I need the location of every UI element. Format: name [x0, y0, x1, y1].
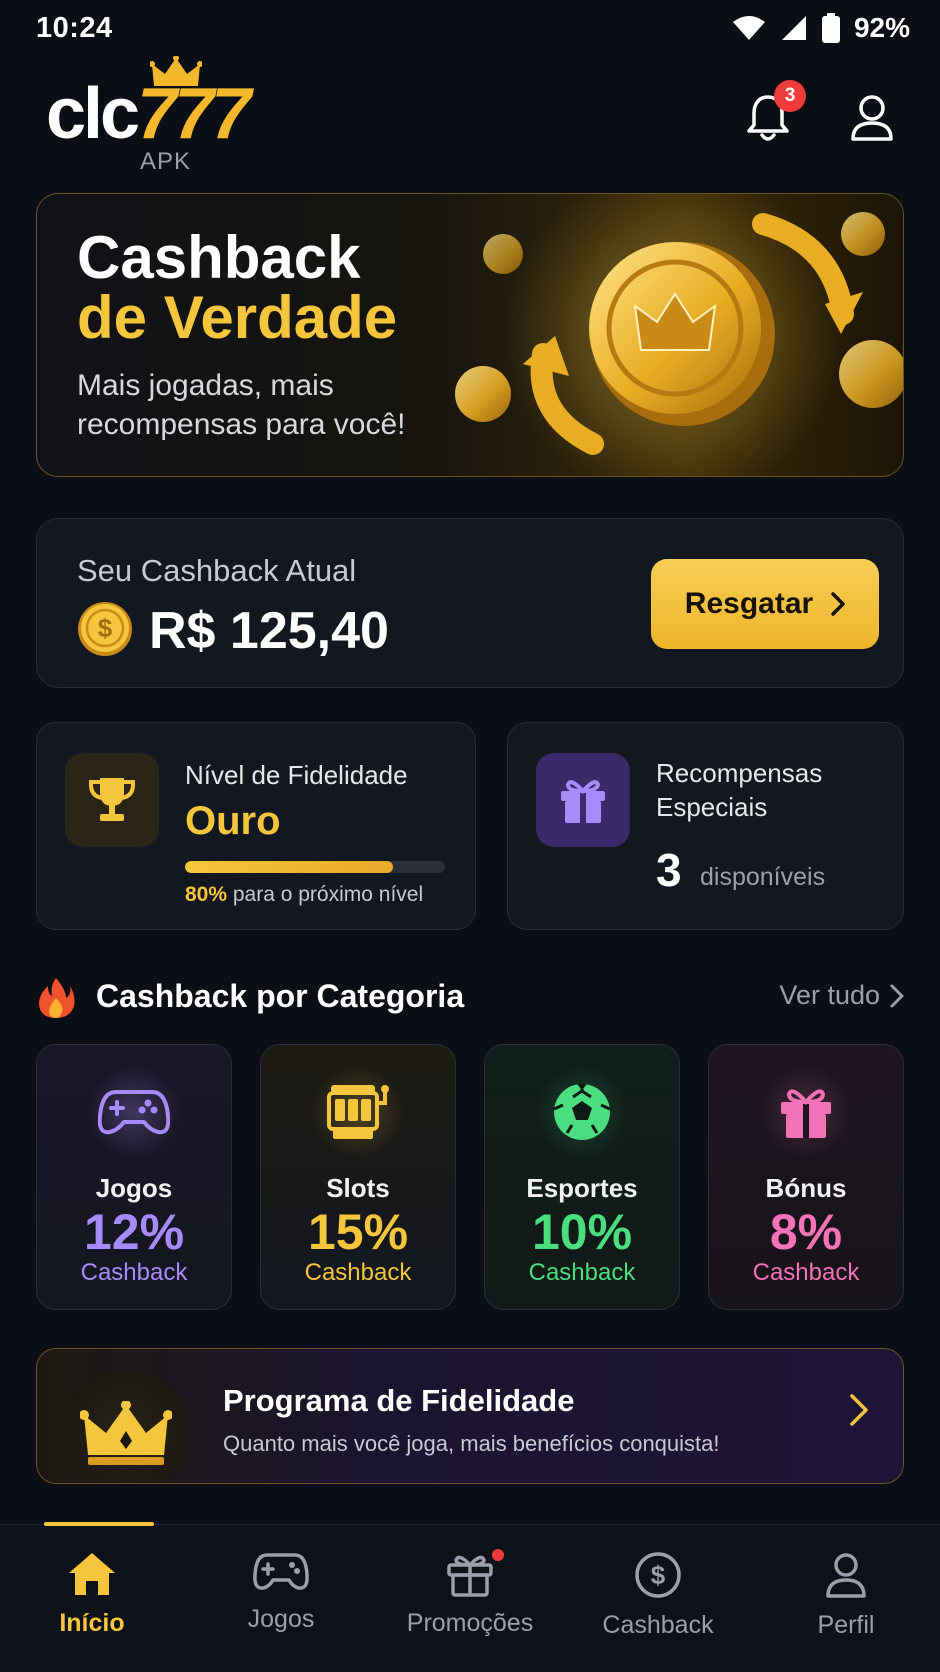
gift-icon — [561, 780, 605, 823]
promotions-indicator-dot — [492, 1549, 504, 1561]
nav-item-inicio[interactable]: Início — [12, 1551, 172, 1651]
category-icon-wrap — [85, 1067, 183, 1157]
category-name: Jogos — [95, 1173, 173, 1203]
special-rewards-title: Recompensas Especiais — [656, 758, 823, 822]
loyalty-level-value: Ouro — [185, 799, 281, 843]
chevron-right-icon — [890, 984, 904, 1007]
profile-button[interactable] — [840, 86, 904, 150]
nav-label: Perfil — [817, 1611, 875, 1639]
crown-badge — [61, 1369, 191, 1483]
cashback-balance-card: Seu Cashback Atual $ R$ 125,40 Resgatar — [36, 518, 904, 688]
level-progress-fill — [185, 861, 393, 873]
signal-icon — [781, 16, 806, 40]
special-rewards-count: 3 — [656, 844, 682, 896]
cashback-hero-banner[interactable]: Cashback de Verdade Mais jogadas, mais r… — [36, 193, 904, 477]
battery-percent: 92% — [853, 12, 910, 43]
balance-label: Seu Cashback Atual — [77, 553, 357, 588]
category-name: Bónus — [765, 1173, 847, 1203]
loyalty-level-card[interactable]: Nível de Fidelidade Ouro 80% para o próx… — [36, 722, 476, 930]
active-tab-indicator — [44, 1522, 154, 1526]
nav-label: Cashback — [602, 1611, 714, 1639]
fire-icon — [39, 978, 75, 1018]
chevron-right-icon — [831, 592, 845, 616]
level-progress-note: 80% para o próximo nível — [185, 883, 424, 906]
category-icon-wrap — [533, 1067, 631, 1157]
gamepad-icon — [253, 1553, 309, 1590]
bottom-nav: Início Jogos Promoções $ Cashback Perfil — [0, 1522, 940, 1672]
category-label: Cashback — [528, 1259, 636, 1286]
category-percent: 12% — [83, 1204, 185, 1260]
level-progress-bar — [185, 861, 445, 873]
category-icon-wrap — [757, 1067, 855, 1157]
see-all-link[interactable]: Ver tudo — [779, 980, 904, 1011]
notifications-button[interactable]: 3 — [736, 80, 806, 150]
gift-icon — [447, 1555, 493, 1597]
notification-badge: 3 — [774, 80, 806, 112]
status-icons: 92% — [732, 12, 910, 44]
see-all-label: Ver tudo — [779, 980, 880, 1010]
category-label: Cashback — [80, 1259, 188, 1286]
nav-label: Início — [59, 1609, 125, 1637]
nav-label: Jogos — [247, 1605, 315, 1633]
loyalty-program-subtitle: Quanto mais você joga, mais benefícios c… — [223, 1431, 720, 1456]
logo-subtitle: APK — [140, 148, 192, 175]
coin-cashback-illustration — [455, 194, 903, 476]
nav-label: Promoções — [406, 1609, 534, 1637]
home-icon — [69, 1553, 115, 1595]
special-rewards-card[interactable]: Recompensas Especiais 3 disponíveis — [507, 722, 904, 930]
nav-item-promocoes[interactable]: Promoções — [390, 1549, 550, 1651]
app-logo[interactable]: clc777 APK — [46, 56, 306, 176]
logo-wordmark: clc777 — [46, 74, 251, 154]
loyalty-level-title: Nível de Fidelidade — [185, 760, 408, 790]
category-icon-wrap — [309, 1067, 407, 1157]
app-header: clc777 APK 3 — [0, 56, 940, 180]
category-card-slots[interactable]: Slots 15% Cashback — [260, 1044, 456, 1310]
gamepad-icon — [98, 1090, 170, 1135]
category-section-title: Cashback por Categoria — [96, 978, 465, 1014]
chevron-right-icon — [850, 1394, 868, 1426]
balance-amount: R$ 125,40 — [149, 602, 389, 660]
dollar-coin-icon: $ — [78, 602, 132, 656]
user-icon — [826, 1553, 866, 1598]
nav-item-cashback[interactable]: $ Cashback — [578, 1551, 738, 1651]
hero-title-line1: Cashback — [77, 224, 361, 291]
category-card-jogos[interactable]: Jogos 12% Cashback — [36, 1044, 232, 1310]
svg-text:$: $ — [98, 613, 113, 643]
svg-text:$: $ — [651, 1560, 666, 1590]
loyalty-program-title: Programa de Fidelidade — [223, 1383, 575, 1418]
status-bar: 10:24 92% — [0, 0, 940, 56]
category-section-header: Cashback por Categoria Ver tudo — [36, 972, 904, 1022]
redeem-button[interactable]: Resgatar — [651, 559, 879, 649]
category-name: Esportes — [526, 1173, 638, 1203]
slot-machine-icon — [327, 1085, 389, 1139]
redeem-button-label: Resgatar — [684, 587, 814, 620]
trophy-tile — [65, 753, 159, 847]
gift-tile — [536, 753, 630, 847]
special-rewards-count-label: disponíveis — [700, 863, 826, 891]
loyalty-program-banner[interactable]: Programa de Fidelidade Quanto mais você … — [36, 1348, 904, 1484]
category-percent: 15% — [307, 1204, 409, 1260]
category-name: Slots — [326, 1173, 390, 1203]
hero-title-line2: de Verdade — [77, 284, 398, 351]
category-percent: 10% — [531, 1204, 633, 1260]
crown-icon — [80, 1401, 172, 1465]
category-label: Cashback — [752, 1259, 860, 1286]
dollar-circle-icon: $ — [635, 1552, 681, 1598]
soccer-ball-icon — [553, 1084, 611, 1140]
category-card-bonus[interactable]: Bónus 8% Cashback — [708, 1044, 904, 1310]
wifi-icon — [732, 16, 765, 40]
trophy-icon — [88, 778, 136, 821]
hero-subtitle: Mais jogadas, mais recompensas para você… — [77, 369, 406, 441]
nav-item-perfil[interactable]: Perfil — [766, 1551, 926, 1651]
gift-icon — [781, 1089, 831, 1138]
battery-icon — [821, 13, 840, 43]
category-card-esportes[interactable]: Esportes 10% Cashback — [484, 1044, 680, 1310]
nav-item-jogos[interactable]: Jogos — [201, 1551, 361, 1651]
status-time: 10:24 — [36, 12, 113, 44]
category-label: Cashback — [304, 1259, 412, 1286]
category-percent: 8% — [769, 1204, 843, 1260]
user-icon — [851, 95, 893, 141]
